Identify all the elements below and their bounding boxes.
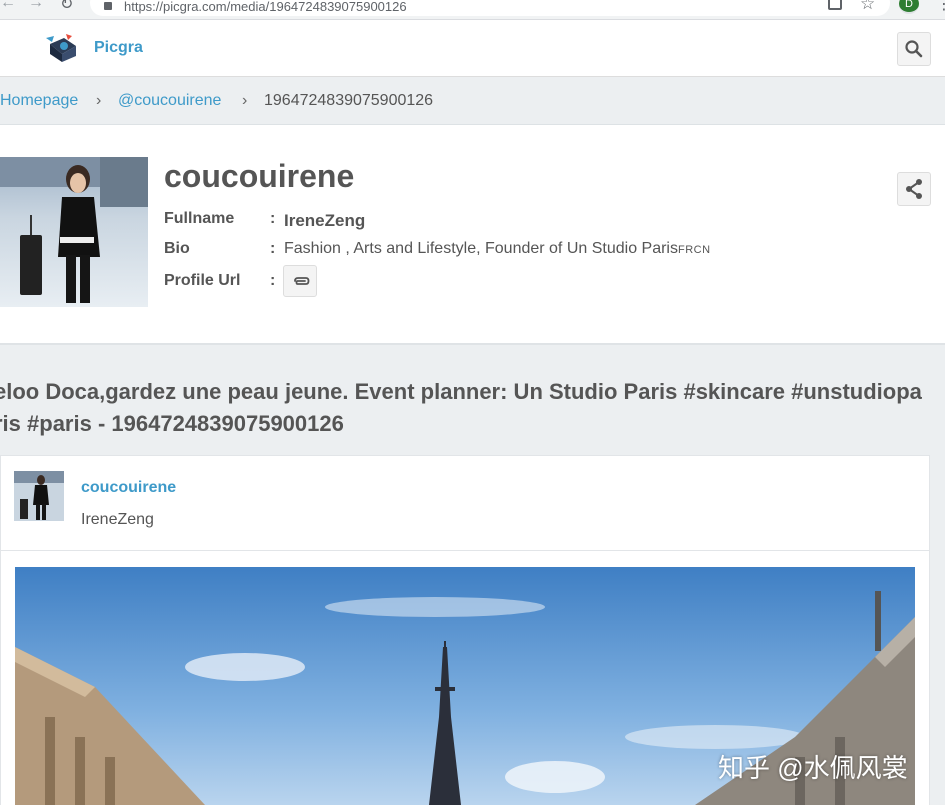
back-arrow-icon[interactable]: ← xyxy=(0,0,16,12)
brand-name[interactable]: Picgra xyxy=(94,39,143,57)
site-header: Picgra xyxy=(0,20,945,77)
search-icon xyxy=(905,40,923,58)
media-author-card: coucouirene IreneZeng xyxy=(0,455,930,551)
bio-colon: : xyxy=(270,240,276,257)
profile-avatar[interactable]: D xyxy=(899,0,919,14)
address-bar-url[interactable]: https://picgra.com/media/196472483907590… xyxy=(124,0,407,14)
profile-url-label: Profile Url xyxy=(164,272,241,289)
address-bar[interactable]: https://picgra.com/media/196472483907590… xyxy=(90,0,890,16)
search-button[interactable] xyxy=(897,32,931,66)
reload-icon[interactable]: ↻ xyxy=(60,0,73,14)
forward-arrow-icon[interactable]: → xyxy=(28,0,44,12)
breadcrumb-current: 1964724839075900126 xyxy=(264,92,434,109)
lock-icon xyxy=(104,2,112,10)
fullname-value: IreneZeng xyxy=(284,211,366,230)
bio-value: Fashion , Arts and Lifestyle, Founder of… xyxy=(284,240,711,258)
fullname-colon: : xyxy=(270,210,276,227)
bio-text: Fashion , Arts and Lifestyle, Founder of… xyxy=(284,240,678,257)
breadcrumb-separator: › xyxy=(96,92,102,109)
translate-icon[interactable] xyxy=(828,0,842,10)
watermark-text: 知乎 @水佩风裳 xyxy=(718,753,908,783)
browser-chrome: ← → ↻ https://picgra.com/media/196472483… xyxy=(0,0,945,20)
breadcrumb: Homepage › @coucouirene › 19647248390759… xyxy=(0,77,945,125)
picgra-logo-icon[interactable] xyxy=(44,32,78,64)
bio-label: Bio xyxy=(164,240,190,257)
author-username-link[interactable]: coucouirene xyxy=(81,479,176,497)
share-button[interactable] xyxy=(897,172,931,206)
profile-url-colon: : xyxy=(270,272,276,289)
breadcrumb-user[interactable]: @coucouirene xyxy=(118,92,221,110)
share-icon xyxy=(906,179,922,199)
browser-menu-icon[interactable]: ⋮ xyxy=(936,0,945,14)
media-title: eloo Doca,gardez une peau jeune. Event p… xyxy=(0,379,922,436)
breadcrumb-homepage[interactable]: Homepage xyxy=(0,92,78,110)
breadcrumb-separator: › xyxy=(242,92,248,109)
profile-avatar-image[interactable] xyxy=(0,157,148,307)
bookmark-star-icon[interactable]: ☆ xyxy=(860,0,875,14)
author-fullname: IreneZeng xyxy=(81,511,154,528)
paperclip-icon xyxy=(294,277,310,285)
profile-url-button[interactable] xyxy=(283,265,317,297)
profile-card: coucouirene Fullname : IreneZeng Bio : F… xyxy=(0,125,945,345)
author-avatar-image[interactable] xyxy=(14,471,64,521)
fullname-label: Fullname xyxy=(164,210,235,227)
bio-suffix: FRCN xyxy=(677,244,711,256)
profile-username: coucouirene xyxy=(164,158,355,194)
